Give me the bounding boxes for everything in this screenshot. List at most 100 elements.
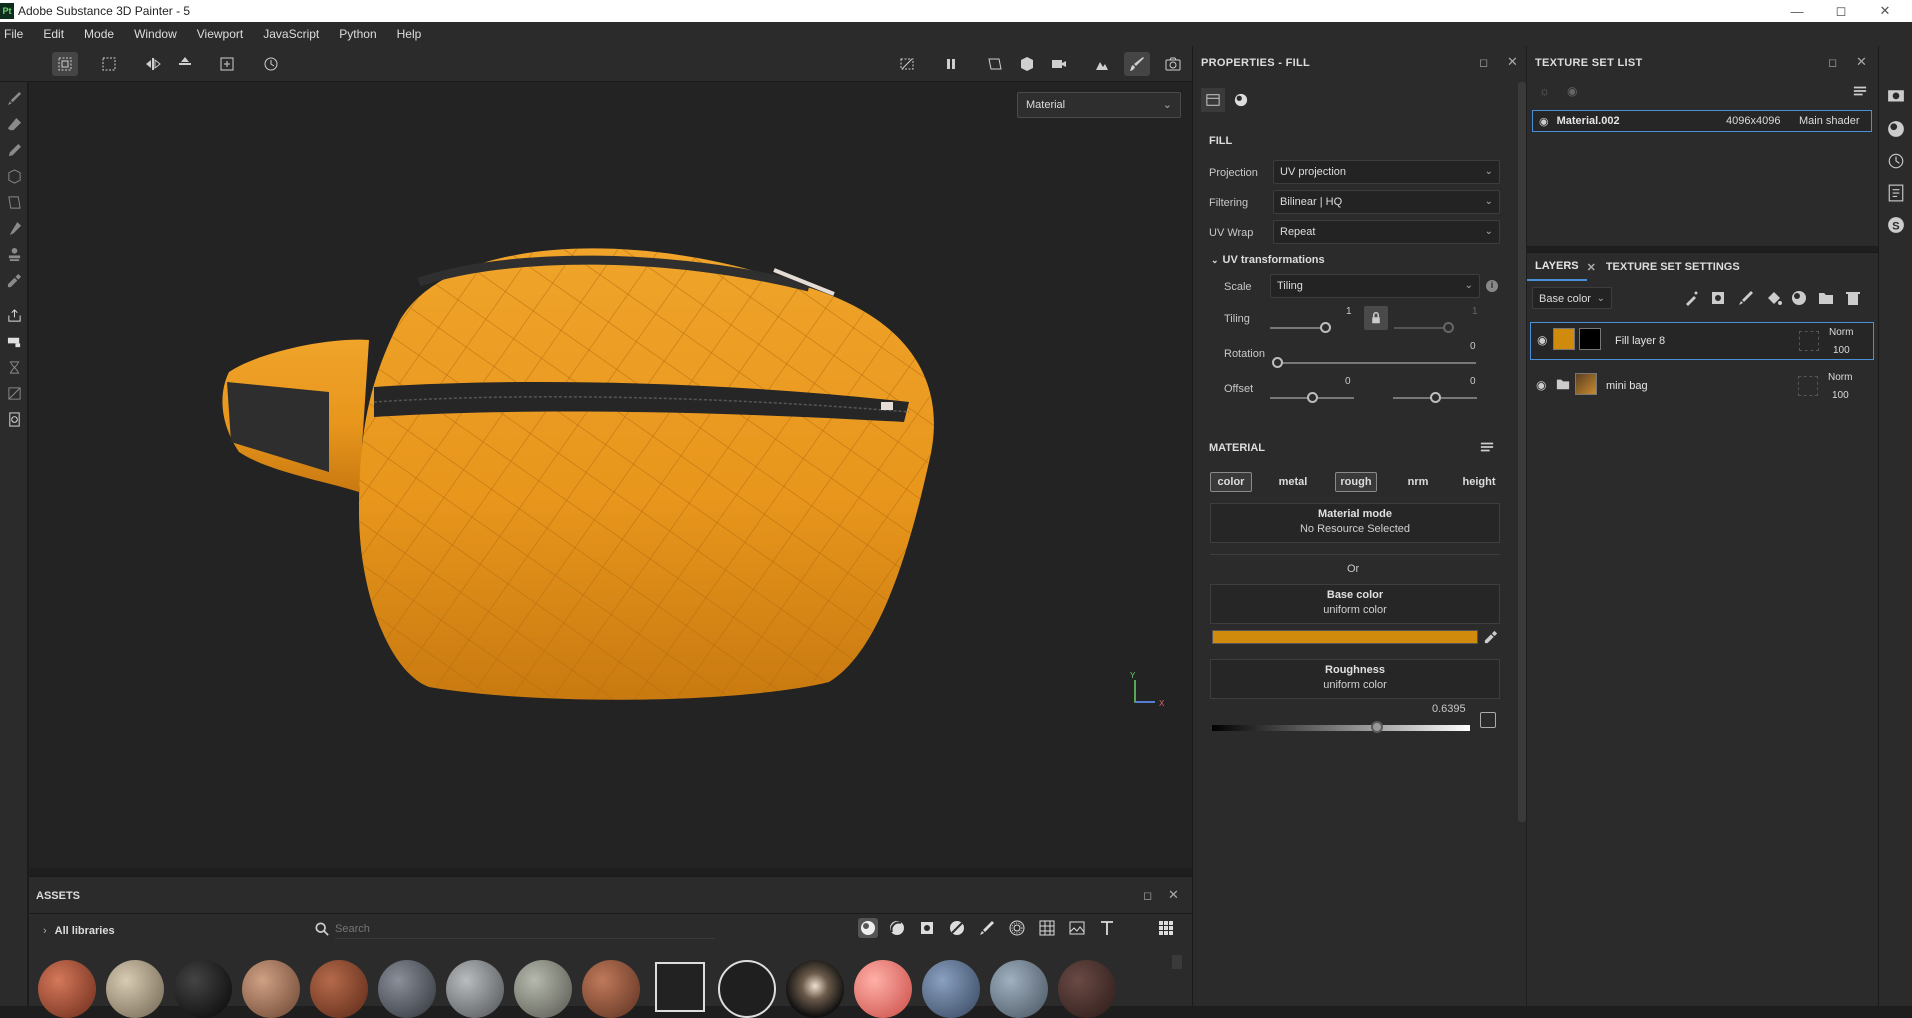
layer-mask-slot[interactable] — [1798, 376, 1818, 396]
add-folder-icon[interactable] — [1818, 290, 1834, 309]
add-smart-material-icon[interactable] — [1791, 290, 1807, 309]
roughness-knob[interactable] — [1370, 721, 1383, 733]
fit-view-icon[interactable] — [214, 52, 240, 76]
undock-icon[interactable]: ◻ — [1479, 56, 1488, 69]
bake-tool-icon[interactable] — [3, 304, 25, 326]
channel-metal-button[interactable]: metal — [1272, 472, 1314, 492]
menu-window[interactable]: Window — [124, 27, 187, 41]
hide-overlay-icon[interactable] — [894, 52, 920, 76]
display-settings-icon[interactable] — [1887, 88, 1905, 106]
environment-icon[interactable] — [1088, 52, 1114, 76]
asset-thumbnail[interactable] — [854, 960, 912, 1018]
asset-thumbnail[interactable] — [514, 960, 572, 1018]
rotation-knob[interactable] — [1272, 357, 1283, 368]
paint-tool-icon[interactable] — [3, 87, 25, 109]
offset-u-knob[interactable] — [1307, 392, 1318, 403]
viewport-mode-select[interactable]: Material ⌄ — [1017, 92, 1181, 118]
base-color-swatch[interactable] — [1212, 630, 1478, 644]
close-icon[interactable]: ✕ — [1856, 54, 1867, 70]
bag-model[interactable]: Y X — [29, 82, 1192, 868]
snapshot-tool-icon[interactable] — [3, 408, 25, 430]
projection-select[interactable]: UV projection ⌄ — [1273, 160, 1500, 184]
layer-opacity[interactable]: 100 — [1832, 390, 1849, 401]
asset-thumbnail[interactable] — [786, 960, 844, 1018]
eraser-tool-icon[interactable] — [3, 113, 25, 135]
projection-tool-icon[interactable] — [3, 139, 25, 161]
tiling-u-slider[interactable] — [1270, 327, 1326, 329]
menu-mode[interactable]: Mode — [74, 27, 124, 41]
menu-viewport[interactable]: Viewport — [187, 27, 253, 41]
uv-transformations-header[interactable]: ⌄ UV transformations — [1211, 254, 1325, 266]
symmetry-vertical-icon[interactable] — [172, 52, 198, 76]
layer-blend-mode[interactable]: Norm — [1828, 372, 1852, 383]
rotation-slider[interactable] — [1276, 362, 1476, 364]
filters-filter-icon[interactable] — [947, 918, 967, 938]
asset-thumbnail[interactable] — [174, 960, 232, 1018]
channel-height-button[interactable]: height — [1458, 472, 1500, 492]
asset-thumbnail[interactable] — [106, 960, 164, 1018]
timer-tool-icon[interactable] — [3, 356, 25, 378]
channel-nrm-button[interactable]: nrm — [1397, 472, 1439, 492]
layer-opacity[interactable]: 100 — [1833, 345, 1850, 356]
symmetry-icon[interactable] — [140, 52, 166, 76]
pause-icon[interactable] — [938, 52, 964, 76]
asset-thumbnail[interactable] — [922, 960, 980, 1018]
add-paint-layer-icon[interactable] — [1738, 290, 1754, 309]
info-icon[interactable]: i — [1486, 280, 1498, 292]
menu-python[interactable]: Python — [329, 27, 386, 41]
smart-masks-filter-icon[interactable] — [917, 918, 937, 938]
close-icon[interactable]: ✕ — [1507, 54, 1518, 70]
uvwrap-select[interactable]: Repeat ⌄ — [1273, 220, 1500, 244]
uv-tool-icon[interactable] — [3, 382, 25, 404]
asset-thumbnail[interactable] — [310, 960, 368, 1018]
undock-icon[interactable]: ◻ — [1828, 56, 1837, 69]
layer-row[interactable]: ◉ mini bag Norm 100 — [1530, 368, 1874, 406]
random-seed-icon[interactable] — [1480, 712, 1496, 728]
view-2d-icon[interactable] — [982, 52, 1008, 76]
asset-thumbnail[interactable] — [38, 960, 96, 1018]
asset-thumbnail[interactable] — [1058, 960, 1116, 1018]
properties-scrollbar[interactable] — [1518, 82, 1526, 822]
select-mode-icon[interactable] — [52, 52, 78, 76]
tiling-v-knob[interactable] — [1443, 322, 1454, 333]
eye-icon[interactable]: ◉ — [1537, 333, 1547, 347]
shader-settings-icon[interactable] — [1887, 120, 1905, 138]
environments-filter-icon[interactable] — [1067, 918, 1087, 938]
view-3d-icon[interactable] — [1014, 52, 1040, 76]
menu-help[interactable]: Help — [387, 27, 432, 41]
channel-color-button[interactable]: color — [1210, 472, 1252, 492]
base-color-box[interactable]: Base color uniform color — [1210, 584, 1500, 624]
substance-icon[interactable]: S — [1887, 216, 1905, 234]
layer-row[interactable]: ◉ Fill layer 8 Norm 100 — [1530, 322, 1874, 360]
clone-tool-icon[interactable] — [3, 243, 25, 265]
materials-filter-icon[interactable] — [858, 918, 878, 938]
history-icon[interactable] — [258, 52, 284, 76]
maximize-button[interactable]: ◻ — [1826, 0, 1856, 22]
tab-texture-set-settings[interactable]: TEXTURE SET SETTINGS — [1606, 261, 1740, 273]
textures-filter-icon[interactable] — [1037, 918, 1057, 938]
eye-icon[interactable]: ◉ — [1536, 378, 1546, 392]
roughness-box[interactable]: Roughness uniform color — [1210, 659, 1500, 699]
smart-materials-filter-icon[interactable] — [887, 918, 907, 938]
minimize-button[interactable]: — — [1782, 0, 1812, 22]
texture-set-row[interactable]: ◉ Material.002 4096x4096 Main shader — [1532, 110, 1872, 132]
menu-icon[interactable] — [1853, 84, 1867, 101]
eyedropper-icon[interactable] — [1484, 630, 1498, 647]
fonts-filter-icon[interactable] — [1097, 918, 1117, 938]
asset-thumbnail[interactable] — [655, 962, 705, 1012]
close-window-button[interactable]: ✕ — [1870, 0, 1900, 22]
grid-view-icon[interactable] — [1156, 918, 1176, 938]
material-tab-icon[interactable] — [1229, 88, 1253, 112]
tab-layers[interactable]: LAYERS — [1527, 253, 1587, 281]
eye-icon[interactable]: ◉ — [1567, 84, 1577, 98]
fill-properties-tab-icon[interactable] — [1201, 88, 1225, 112]
channel-select[interactable]: Base color ⌄ — [1532, 287, 1612, 309]
undock-icon[interactable]: ◻ — [1143, 889, 1152, 902]
scale-select[interactable]: Tiling ⌄ — [1270, 274, 1480, 298]
brushes-filter-icon[interactable] — [977, 918, 997, 938]
offset-v-knob[interactable] — [1430, 392, 1441, 403]
log-icon[interactable] — [1887, 184, 1905, 202]
menu-javascript[interactable]: JavaScript — [253, 27, 329, 41]
menu-file[interactable]: File — [0, 27, 33, 41]
roughness-slider[interactable] — [1212, 725, 1470, 731]
